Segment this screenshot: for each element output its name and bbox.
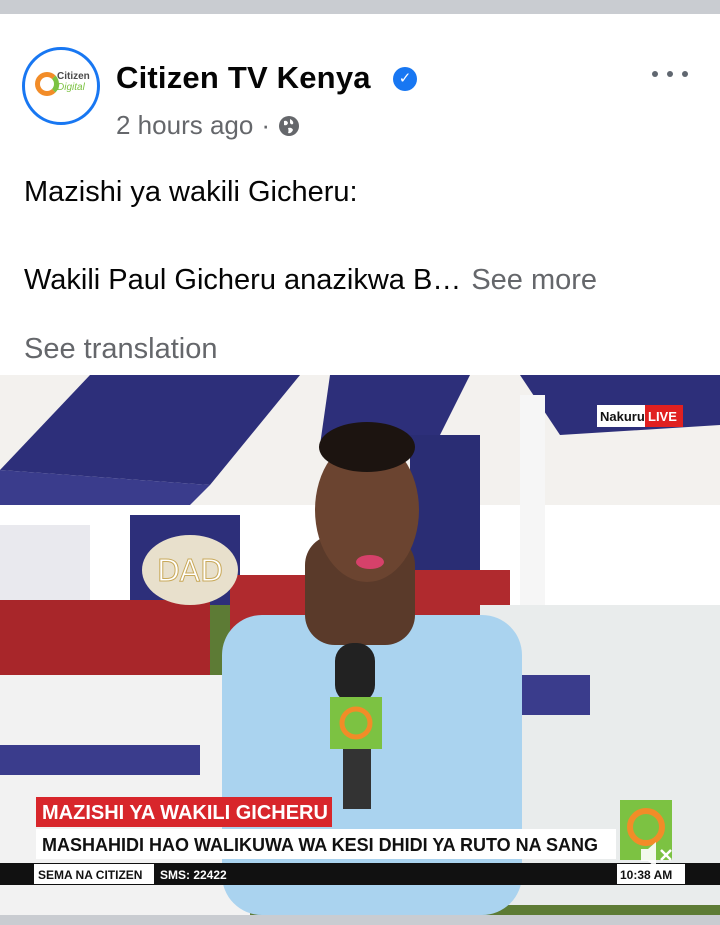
microphone-head xyxy=(335,643,375,703)
ticker-label: SEMA NA CITIZEN xyxy=(38,868,142,882)
see-more-link[interactable]: See more xyxy=(471,264,597,296)
post-text-line-2: Wakili Paul Gicheru anazikwa B… See more xyxy=(24,264,714,297)
top-divider xyxy=(0,0,720,14)
logo-sub: Digital xyxy=(57,82,85,93)
more-options-button[interactable] xyxy=(652,62,688,86)
post-timestamp[interactable]: 2 hours ago xyxy=(116,110,253,141)
reporter-lips xyxy=(356,555,384,569)
headline-text: MAZISHI YA WAKILI GICHERU xyxy=(42,802,328,824)
more-dot xyxy=(682,71,688,77)
video-player[interactable]: DAD Nakuru LIVE MAZISHI YA WAKILI GICHER… xyxy=(0,375,720,915)
subheadline-text: MASHAHIDI HAO WALIKUWA WA KESI DHIDI YA … xyxy=(42,835,598,855)
chair-sashes xyxy=(0,745,200,775)
location-tag: Nakuru xyxy=(600,409,645,424)
citizen-digital-logo: Citizen Digital xyxy=(29,54,93,118)
citizen-logo-ring-icon xyxy=(35,72,59,96)
page-name-link[interactable]: Citizen TV Kenya xyxy=(116,60,371,96)
post-text-line-1: Mazishi ya wakili Gicheru: xyxy=(24,176,358,208)
more-dot xyxy=(652,71,658,77)
live-tag: LIVE xyxy=(648,409,677,424)
wreath-text: DAD xyxy=(157,554,223,589)
meta-separator: · xyxy=(261,110,270,140)
video-frame: DAD Nakuru LIVE MAZISHI YA WAKILI GICHER… xyxy=(0,375,720,915)
microphone-flag xyxy=(330,697,382,749)
logo-name: Citizen xyxy=(57,71,90,82)
tent-pole xyxy=(520,395,545,610)
microphone-handle xyxy=(343,749,371,809)
verified-badge-icon: ✓ xyxy=(393,67,417,91)
more-dot xyxy=(667,71,673,77)
see-translation-link[interactable]: See translation xyxy=(24,333,217,366)
page-avatar[interactable]: Citizen Digital xyxy=(22,47,100,125)
post-meta: 2 hours ago · xyxy=(116,110,300,141)
post-text-truncated: Wakili Paul Gicheru anazikwa B… xyxy=(24,264,462,296)
logo-text: Citizen Digital xyxy=(57,71,90,93)
clock: 10:38 AM xyxy=(620,868,672,882)
bottom-divider xyxy=(0,915,720,925)
globe-icon[interactable] xyxy=(278,115,300,137)
ticker-sms: SMS: 22422 xyxy=(160,868,227,882)
reporter-hair xyxy=(319,422,415,472)
